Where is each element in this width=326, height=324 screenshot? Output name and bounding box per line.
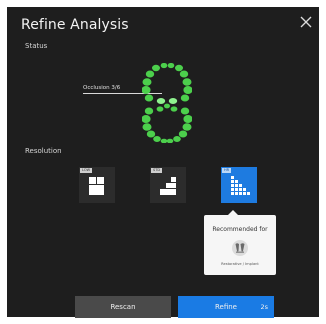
resolution-option-high[interactable]: HR xyxy=(221,167,257,203)
resolution-tag: STD xyxy=(151,168,163,173)
popover-caption: Restorative / Implant xyxy=(221,262,259,266)
status-label: Status xyxy=(25,42,48,50)
dental-arch-icon xyxy=(142,63,192,143)
refine-button[interactable]: Refine 2s xyxy=(178,296,274,318)
recommendation-popover: Recommended for Restorative / Implant xyxy=(204,210,276,275)
resolution-tag: LOW xyxy=(80,168,93,173)
resolution-tag: HR xyxy=(222,168,232,173)
refine-countdown: 2s xyxy=(260,303,268,311)
resolution-option-low[interactable]: LOW xyxy=(79,167,115,203)
refine-analysis-dialog: Refine Analysis Status Occlusion 3/6 Res… xyxy=(7,7,319,318)
teeth-icon xyxy=(232,240,248,256)
popover-title: Recommended for xyxy=(212,226,268,233)
rescan-button[interactable]: Rescan xyxy=(75,296,171,318)
popover-arrow xyxy=(228,210,238,215)
close-icon[interactable] xyxy=(299,14,313,28)
dialog-title: Refine Analysis xyxy=(21,17,129,33)
resolution-label: Resolution xyxy=(25,147,62,155)
resolution-option-standard[interactable]: STD xyxy=(150,167,186,203)
occlusion-readout: Occlusion 3/6 xyxy=(83,85,121,91)
